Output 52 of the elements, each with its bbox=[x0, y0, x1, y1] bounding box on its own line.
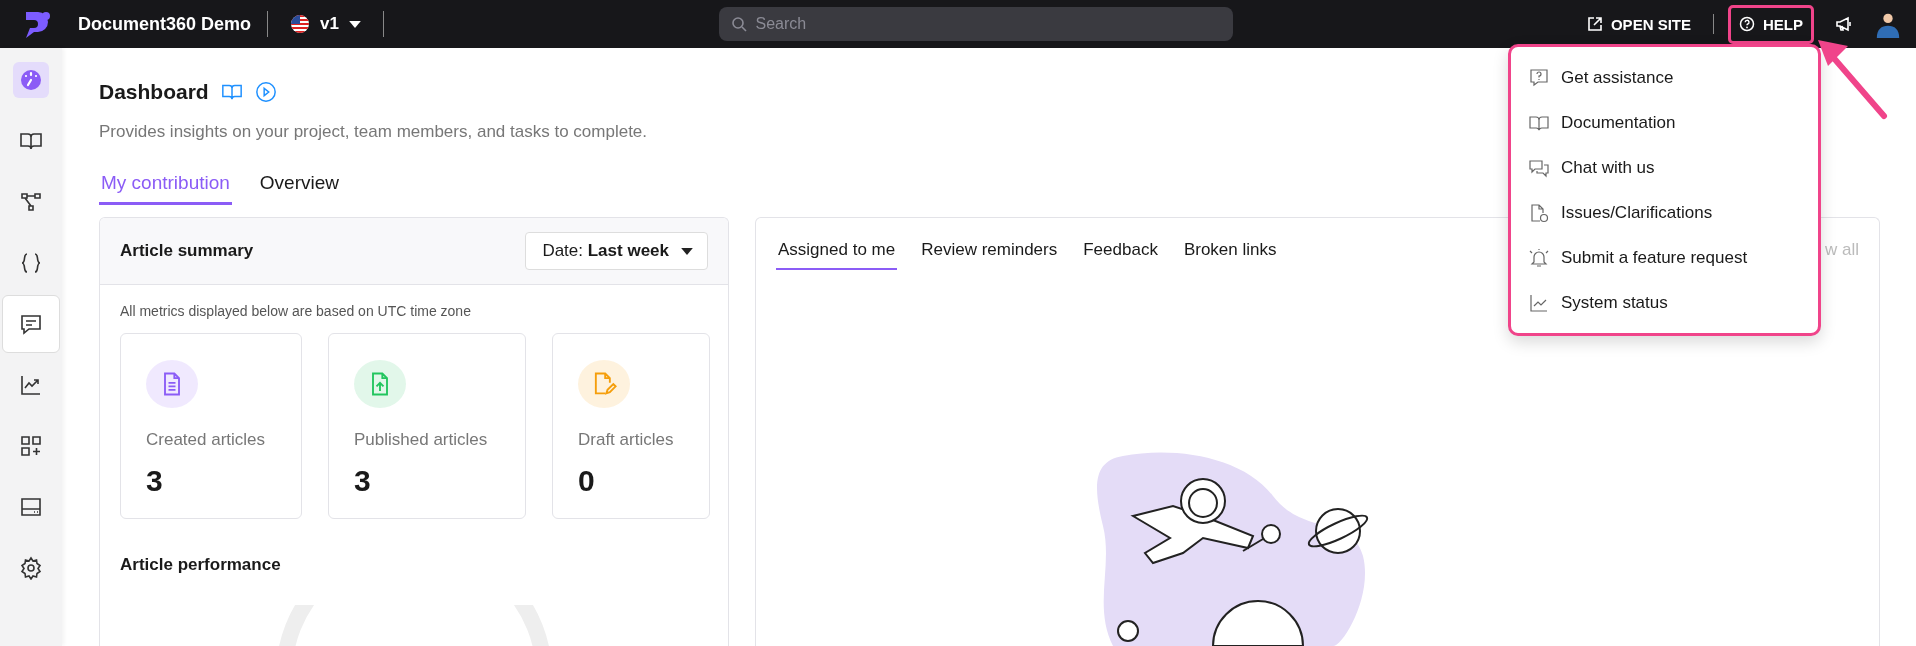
card-title: Article summary bbox=[120, 241, 254, 261]
page-subtitle: Provides insights on your project, team members, and tasks to complete. bbox=[99, 122, 648, 142]
help-icon bbox=[1739, 16, 1755, 32]
bell-icon bbox=[1529, 247, 1549, 268]
stat-label: Draft articles bbox=[578, 430, 675, 450]
search-input[interactable]: Search bbox=[755, 15, 1222, 33]
version-selector[interactable]: v1 bbox=[320, 14, 361, 34]
stat-label: Published articles bbox=[354, 430, 489, 450]
task-tab[interactable]: Assigned to me bbox=[776, 240, 898, 270]
task-tab[interactable]: Feedback bbox=[1081, 240, 1160, 270]
line-chart-icon bbox=[1529, 292, 1549, 313]
open-site-button[interactable]: OPEN SITE bbox=[1586, 15, 1691, 33]
caret-icon bbox=[681, 247, 693, 255]
search-icon bbox=[731, 16, 748, 32]
stat-value: 3 bbox=[146, 464, 164, 498]
caret-icon bbox=[349, 20, 361, 28]
help-menu-item[interactable]: Chat with us bbox=[1511, 145, 1818, 190]
task-tab[interactable]: Review reminders bbox=[919, 240, 1060, 270]
settings-icon bbox=[19, 556, 43, 580]
task-tab[interactable]: Broken links bbox=[1181, 240, 1279, 270]
play-icon[interactable] bbox=[254, 81, 277, 103]
question-bubble-icon bbox=[1529, 67, 1549, 88]
apps-add-icon bbox=[19, 434, 43, 458]
message-icon bbox=[19, 312, 43, 336]
page-tab[interactable]: Overview bbox=[257, 172, 342, 205]
external-link-icon bbox=[1586, 16, 1603, 32]
help-menu-item[interactable]: System status bbox=[1511, 280, 1818, 325]
sidebar-button[interactable] bbox=[2, 295, 60, 353]
search-field[interactable]: Search bbox=[719, 7, 1234, 41]
help-menu-item[interactable]: Documentation bbox=[1511, 100, 1818, 145]
help-menu-item[interactable]: Submit a feature request bbox=[1511, 235, 1818, 280]
megaphone-icon[interactable] bbox=[1834, 14, 1854, 34]
help-menu-item[interactable]: Get assistance bbox=[1511, 55, 1818, 100]
chat-icon bbox=[1529, 157, 1549, 178]
hierarchy-icon bbox=[19, 190, 43, 214]
flag-icon bbox=[290, 14, 311, 34]
page-title: Dashboard bbox=[99, 80, 209, 104]
stat-value: 3 bbox=[354, 464, 372, 498]
stat-label: Created articles bbox=[146, 430, 267, 450]
help-menu-item[interactable]: Issues/Clarifications bbox=[1511, 190, 1818, 235]
stat-value: 0 bbox=[578, 464, 596, 498]
gauge-icon bbox=[19, 68, 43, 92]
drive-icon bbox=[19, 495, 43, 519]
project-name[interactable]: Document360 Demo bbox=[78, 13, 252, 35]
timezone-note: All metrics displayed below are based on UTC time zone bbox=[120, 303, 472, 319]
document-question-icon bbox=[1529, 202, 1549, 223]
date-filter-dropdown[interactable]: Date: Last week bbox=[525, 232, 708, 270]
help-button[interactable]: HELP bbox=[1728, 4, 1814, 44]
section-title: Article performance bbox=[120, 555, 282, 575]
line-chart-icon bbox=[19, 373, 43, 397]
braces-icon bbox=[19, 251, 43, 275]
page-tab[interactable]: My contribution bbox=[99, 172, 232, 205]
